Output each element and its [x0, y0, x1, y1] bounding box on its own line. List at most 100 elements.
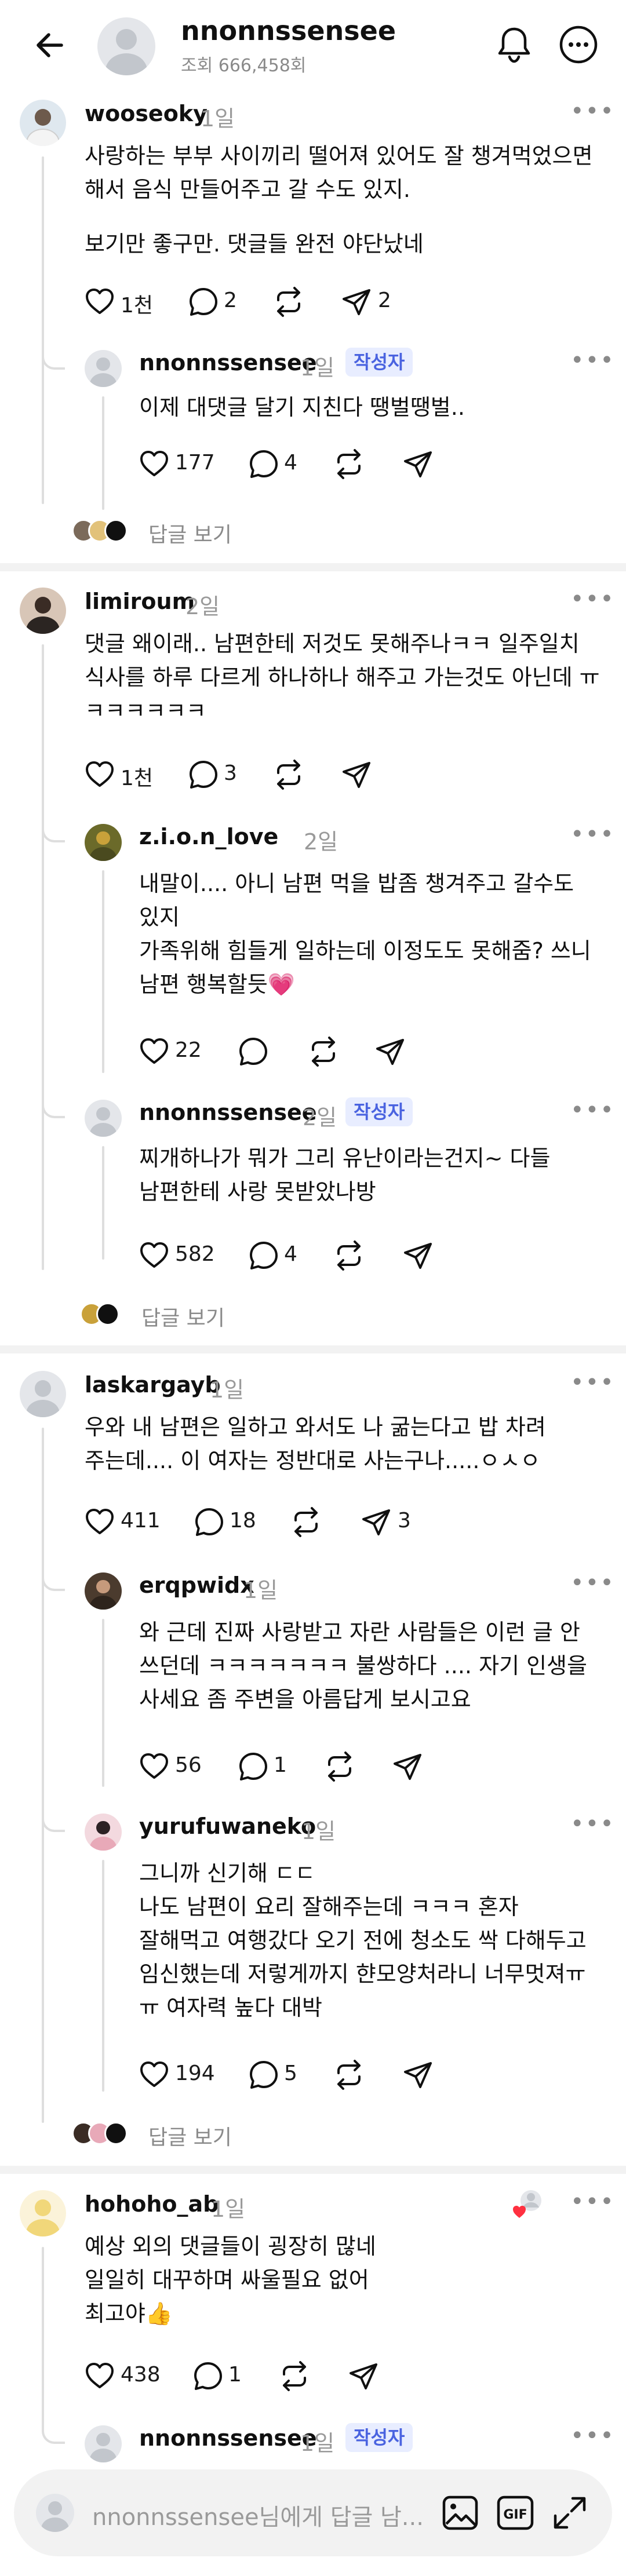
liked-by-author-icon [511, 2187, 546, 2221]
reply-icon[interactable] [192, 2360, 224, 2392]
reply-icon[interactable] [248, 448, 279, 480]
reply-icon[interactable] [248, 1240, 279, 1271]
more-icon[interactable]: ••• [570, 1812, 615, 1836]
comment-time: 1일 [211, 2196, 246, 2222]
image-icon[interactable] [442, 2495, 479, 2531]
reply-username[interactable]: nnonnssensee [139, 2425, 317, 2451]
avatar[interactable] [85, 350, 122, 387]
avatar[interactable] [85, 1572, 122, 1610]
view-replies-link[interactable]: 답글 보기 [141, 1301, 225, 1331]
more-icon[interactable]: ••• [570, 2190, 615, 2213]
heart-icon[interactable] [139, 1037, 169, 1065]
more-icon[interactable]: ••• [570, 100, 615, 123]
gif-icon[interactable]: GIF [496, 2495, 534, 2531]
reply-username[interactable]: yurufuwaneko [139, 1814, 316, 1839]
more-icon[interactable]: ••• [570, 2424, 615, 2447]
repost-icon[interactable] [278, 2360, 311, 2392]
expand-replies-icon[interactable] [104, 2122, 128, 2145]
view-replies-link[interactable]: 답글 보기 [148, 2121, 232, 2151]
back-arrow-icon[interactable] [31, 27, 68, 64]
heart-icon[interactable] [139, 450, 169, 477]
reply-count: 2 [224, 289, 237, 312]
comment-username[interactable]: hohoho_ab [85, 2191, 219, 2217]
profile-username[interactable]: nnonnssensee [181, 15, 396, 46]
view-replies-link[interactable]: 답글 보기 [148, 518, 232, 548]
reply-username[interactable]: nnonnssensee [139, 1100, 317, 1125]
heart-icon[interactable] [85, 1508, 115, 1535]
repost-icon[interactable] [333, 448, 365, 480]
share-icon[interactable] [361, 1506, 392, 1538]
reply-input-bar[interactable]: nnonnssensee님에게 답글 남... GIF [14, 2469, 612, 2556]
repost-icon[interactable] [272, 759, 305, 790]
repost-icon[interactable] [307, 1036, 340, 1067]
reply-text: 임신했는데 저렇게까지 햔모양처라니 너무멋져ㅠ [139, 1961, 586, 1987]
repost-icon[interactable] [333, 2059, 365, 2090]
share-icon[interactable] [374, 1036, 406, 1067]
avatar[interactable] [20, 100, 66, 146]
comment-username[interactable]: wooseoky [85, 101, 208, 126]
reply-username[interactable]: nnonnssensee [139, 350, 317, 375]
comment-username[interactable]: limiroum [85, 589, 195, 614]
more-icon[interactable]: ••• [570, 1371, 615, 1394]
expand-icon[interactable] [552, 2495, 588, 2531]
reply-icon[interactable] [188, 759, 219, 790]
reply-time: 1일 [300, 2431, 335, 2456]
share-icon[interactable] [402, 1240, 434, 1271]
reply-text: ㅠ 여자력 높다 대박 [139, 1995, 322, 2020]
share-icon[interactable] [341, 759, 372, 790]
expand-replies-icon[interactable] [104, 519, 128, 542]
bell-icon[interactable] [496, 25, 533, 65]
reply-username[interactable]: z.i.o.n_love [139, 824, 278, 849]
more-icon[interactable]: ••• [570, 349, 615, 372]
repost-icon[interactable] [272, 286, 305, 318]
comment-time: 1일 [210, 1377, 245, 1403]
reply-icon[interactable] [248, 2059, 279, 2090]
reply-icon[interactable] [238, 1751, 269, 1782]
heart-icon[interactable] [139, 1241, 169, 1269]
reply-count: 1 [274, 1753, 287, 1777]
comment-username[interactable]: laskargayb [85, 1372, 221, 1398]
more-icon[interactable]: ••• [570, 1571, 615, 1595]
profile-avatar[interactable] [97, 17, 155, 75]
expand-replies-icon[interactable] [96, 1302, 119, 1326]
more-icon[interactable]: ••• [570, 1099, 615, 1122]
avatar[interactable] [20, 2190, 66, 2236]
repost-icon[interactable] [290, 1506, 322, 1538]
reply-input[interactable]: nnonnssensee님에게 답글 남... [92, 2498, 424, 2532]
like-count: 194 [175, 2061, 215, 2085]
reply-username[interactable]: erqpwidx [139, 1572, 254, 1598]
more-icon[interactable]: ••• [570, 823, 615, 846]
more-options-icon[interactable] [558, 24, 599, 65]
reply-time: 2일 [303, 1105, 337, 1130]
share-icon[interactable] [402, 448, 434, 480]
like-count: 22 [175, 1038, 202, 1062]
heart-icon[interactable] [85, 2362, 115, 2389]
comment-text: 해서 음식 만들어주고 갈 수도 있지. [85, 177, 410, 202]
heart-icon[interactable] [85, 760, 115, 788]
thread-line [102, 1146, 104, 1260]
share-icon[interactable] [402, 2059, 434, 2090]
thread-line [42, 156, 44, 504]
repost-icon[interactable] [323, 1751, 356, 1782]
reply-count: 4 [284, 451, 297, 475]
reply-icon[interactable] [194, 1506, 225, 1538]
reply-icon[interactable] [238, 1036, 269, 1067]
avatar[interactable] [20, 1371, 66, 1417]
comment-time: 2일 [185, 594, 220, 619]
more-icon[interactable]: ••• [570, 588, 615, 611]
avatar[interactable] [85, 2425, 122, 2462]
reply-icon[interactable] [188, 286, 219, 318]
avatar[interactable] [85, 1100, 122, 1137]
share-icon[interactable] [392, 1751, 423, 1782]
avatar[interactable] [20, 588, 66, 634]
reply-text: 그니까 신기해 ㄷㄷ [139, 1860, 315, 1886]
avatar[interactable] [85, 1814, 122, 1851]
share-count: 3 [398, 1509, 411, 1533]
share-icon[interactable] [341, 286, 372, 318]
heart-icon[interactable] [85, 287, 115, 315]
avatar[interactable] [85, 824, 122, 861]
heart-icon[interactable] [139, 1752, 169, 1780]
share-icon[interactable] [348, 2360, 379, 2392]
heart-icon[interactable] [139, 2060, 169, 2088]
repost-icon[interactable] [333, 1240, 365, 1271]
